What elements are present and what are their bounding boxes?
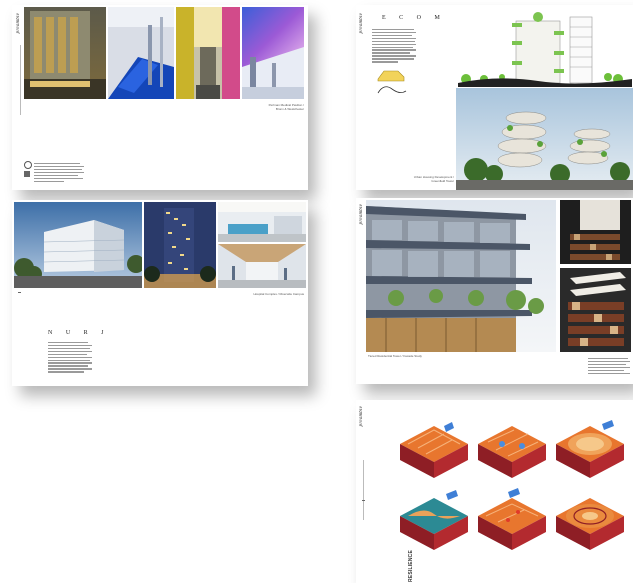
page-vertical-label: preamble <box>359 13 364 34</box>
diagram-block-3 <box>556 420 624 478</box>
massing-diagram <box>377 70 407 94</box>
photo-tower-render <box>456 88 633 190</box>
page-margin-rule <box>363 460 364 520</box>
page-vertical-label: preamble <box>359 406 364 427</box>
page-hospital-interiors: preamble Perlman Medical Pavilion / Bron… <box>12 5 308 190</box>
diagram-block-4 <box>400 490 468 550</box>
photo-facade-exterior <box>24 7 106 99</box>
project-description <box>372 27 416 64</box>
photo-tower-model-top <box>560 200 631 264</box>
project-heading: E C O M <box>382 15 446 21</box>
page-vertical-label: preamble <box>16 13 21 34</box>
photo-caption: Perlman Medical Pavilion / Bronx & Westc… <box>268 103 304 111</box>
resilience-diagram-grid <box>400 420 624 550</box>
photo-tower-night <box>144 202 216 288</box>
photo-hospital-exterior <box>14 202 142 288</box>
page-tick <box>362 500 365 501</box>
photo-tower-model-section <box>560 268 631 352</box>
project-description <box>48 340 92 374</box>
photo-caption: Tiered Residential Tower / Facade Study <box>368 354 422 358</box>
page-resilience-diagrams: preamble RESILIENCE <box>356 400 633 583</box>
page-tiered-tower: preamble Tiered Residential Tower / Faca… <box>356 198 633 384</box>
project-heading: N U R J <box>48 330 110 336</box>
photo-balcony-facade <box>366 200 556 352</box>
page-ecom-housing: preamble E C O M Urban Housing Developme… <box>356 5 633 190</box>
page-nurj-hospital: Hospital Complex / Riverside Campus N U … <box>12 200 308 386</box>
diagram-block-1 <box>400 422 468 478</box>
diagram-block-6 <box>556 498 624 550</box>
page-tick <box>18 292 21 293</box>
page-margin-rule <box>20 45 21 115</box>
page-vertical-label: preamble <box>359 204 364 225</box>
photo-rainbow-glass-atrium <box>242 7 304 99</box>
photo-hospital-corridor <box>218 244 306 288</box>
photo-blue-stair-atrium <box>108 7 174 99</box>
photo-caption: Hospital Complex / Riverside Campus <box>253 292 304 296</box>
diagram-block-5 <box>478 488 546 550</box>
logo-icon <box>24 161 32 169</box>
photo-hospital-lobby <box>218 202 306 242</box>
tower-elevation-drawing <box>458 7 632 87</box>
photo-colorful-atrium <box>176 7 240 99</box>
diagram-block-2 <box>478 426 546 478</box>
logo-mark-icon <box>24 171 30 177</box>
project-description <box>588 356 630 376</box>
photo-caption: Urban Housing Development / Greenfield T… <box>413 175 454 183</box>
